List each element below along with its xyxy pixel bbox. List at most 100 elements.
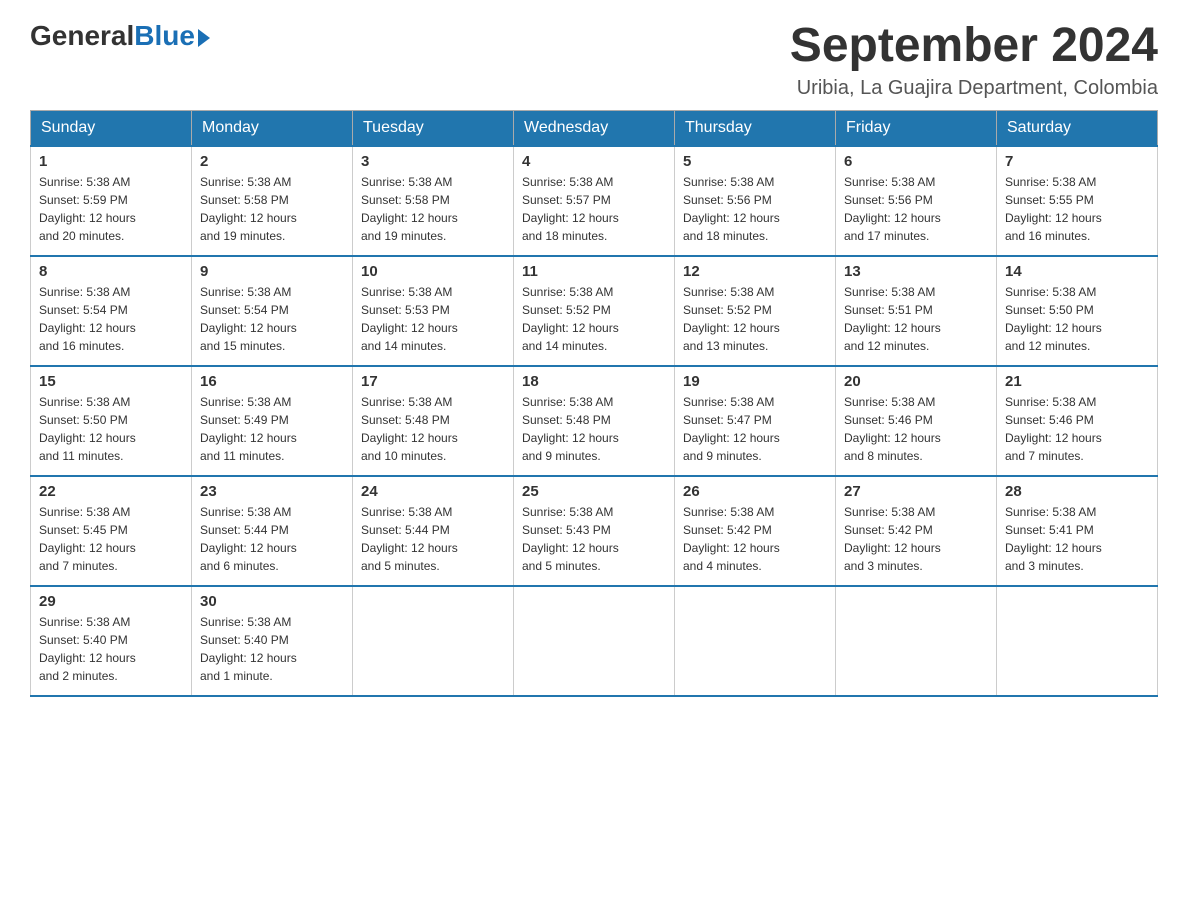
- day-number: 23: [200, 483, 344, 500]
- column-header-saturday: Saturday: [997, 110, 1158, 146]
- day-info: Sunrise: 5:38 AMSunset: 5:42 PMDaylight:…: [683, 505, 780, 573]
- calendar-week-row: 22 Sunrise: 5:38 AMSunset: 5:45 PMDaylig…: [31, 476, 1158, 586]
- page-title: September 2024: [790, 20, 1158, 73]
- page-header: General Blue September 2024 Uribia, La G…: [30, 20, 1158, 100]
- calendar-cell: 12 Sunrise: 5:38 AMSunset: 5:52 PMDaylig…: [675, 256, 836, 366]
- day-info: Sunrise: 5:38 AMSunset: 5:40 PMDaylight:…: [39, 615, 136, 683]
- calendar-cell: [514, 586, 675, 696]
- column-header-tuesday: Tuesday: [353, 110, 514, 146]
- day-number: 24: [361, 483, 505, 500]
- column-header-thursday: Thursday: [675, 110, 836, 146]
- day-info: Sunrise: 5:38 AMSunset: 5:40 PMDaylight:…: [200, 615, 297, 683]
- day-info: Sunrise: 5:38 AMSunset: 5:52 PMDaylight:…: [683, 285, 780, 353]
- day-info: Sunrise: 5:38 AMSunset: 5:47 PMDaylight:…: [683, 395, 780, 463]
- calendar-cell: 16 Sunrise: 5:38 AMSunset: 5:49 PMDaylig…: [192, 366, 353, 476]
- day-info: Sunrise: 5:38 AMSunset: 5:42 PMDaylight:…: [844, 505, 941, 573]
- calendar-week-row: 29 Sunrise: 5:38 AMSunset: 5:40 PMDaylig…: [31, 586, 1158, 696]
- day-number: 27: [844, 483, 988, 500]
- day-number: 19: [683, 373, 827, 390]
- day-info: Sunrise: 5:38 AMSunset: 5:58 PMDaylight:…: [361, 175, 458, 243]
- day-number: 16: [200, 373, 344, 390]
- calendar-week-row: 15 Sunrise: 5:38 AMSunset: 5:50 PMDaylig…: [31, 366, 1158, 476]
- day-number: 29: [39, 593, 183, 610]
- day-number: 10: [361, 263, 505, 280]
- calendar-cell: 15 Sunrise: 5:38 AMSunset: 5:50 PMDaylig…: [31, 366, 192, 476]
- day-info: Sunrise: 5:38 AMSunset: 5:54 PMDaylight:…: [200, 285, 297, 353]
- day-number: 7: [1005, 153, 1149, 170]
- calendar-cell: 20 Sunrise: 5:38 AMSunset: 5:46 PMDaylig…: [836, 366, 997, 476]
- day-number: 25: [522, 483, 666, 500]
- day-number: 3: [361, 153, 505, 170]
- logo-arrow-icon: [198, 29, 210, 47]
- calendar-week-row: 8 Sunrise: 5:38 AMSunset: 5:54 PMDayligh…: [31, 256, 1158, 366]
- calendar-cell: [675, 586, 836, 696]
- day-number: 12: [683, 263, 827, 280]
- day-info: Sunrise: 5:38 AMSunset: 5:53 PMDaylight:…: [361, 285, 458, 353]
- day-number: 28: [1005, 483, 1149, 500]
- day-info: Sunrise: 5:38 AMSunset: 5:49 PMDaylight:…: [200, 395, 297, 463]
- day-number: 30: [200, 593, 344, 610]
- location-subtitle: Uribia, La Guajira Department, Colombia: [790, 77, 1158, 100]
- day-info: Sunrise: 5:38 AMSunset: 5:52 PMDaylight:…: [522, 285, 619, 353]
- column-header-monday: Monday: [192, 110, 353, 146]
- column-header-wednesday: Wednesday: [514, 110, 675, 146]
- day-number: 9: [200, 263, 344, 280]
- day-info: Sunrise: 5:38 AMSunset: 5:58 PMDaylight:…: [200, 175, 297, 243]
- day-number: 15: [39, 373, 183, 390]
- day-info: Sunrise: 5:38 AMSunset: 5:48 PMDaylight:…: [361, 395, 458, 463]
- day-number: 5: [683, 153, 827, 170]
- logo: General Blue: [30, 20, 210, 52]
- day-number: 6: [844, 153, 988, 170]
- day-info: Sunrise: 5:38 AMSunset: 5:45 PMDaylight:…: [39, 505, 136, 573]
- calendar-cell: [353, 586, 514, 696]
- calendar-cell: 27 Sunrise: 5:38 AMSunset: 5:42 PMDaylig…: [836, 476, 997, 586]
- day-info: Sunrise: 5:38 AMSunset: 5:50 PMDaylight:…: [1005, 285, 1102, 353]
- day-info: Sunrise: 5:38 AMSunset: 5:44 PMDaylight:…: [200, 505, 297, 573]
- calendar-cell: 30 Sunrise: 5:38 AMSunset: 5:40 PMDaylig…: [192, 586, 353, 696]
- day-number: 20: [844, 373, 988, 390]
- calendar-cell: 10 Sunrise: 5:38 AMSunset: 5:53 PMDaylig…: [353, 256, 514, 366]
- calendar-table: SundayMondayTuesdayWednesdayThursdayFrid…: [30, 110, 1158, 697]
- day-info: Sunrise: 5:38 AMSunset: 5:46 PMDaylight:…: [1005, 395, 1102, 463]
- calendar-cell: 21 Sunrise: 5:38 AMSunset: 5:46 PMDaylig…: [997, 366, 1158, 476]
- day-number: 8: [39, 263, 183, 280]
- calendar-cell: 11 Sunrise: 5:38 AMSunset: 5:52 PMDaylig…: [514, 256, 675, 366]
- calendar-cell: 14 Sunrise: 5:38 AMSunset: 5:50 PMDaylig…: [997, 256, 1158, 366]
- calendar-cell: 17 Sunrise: 5:38 AMSunset: 5:48 PMDaylig…: [353, 366, 514, 476]
- day-number: 1: [39, 153, 183, 170]
- day-info: Sunrise: 5:38 AMSunset: 5:46 PMDaylight:…: [844, 395, 941, 463]
- day-number: 14: [1005, 263, 1149, 280]
- calendar-cell: 7 Sunrise: 5:38 AMSunset: 5:55 PMDayligh…: [997, 146, 1158, 256]
- column-header-sunday: Sunday: [31, 110, 192, 146]
- title-area: September 2024 Uribia, La Guajira Depart…: [790, 20, 1158, 100]
- day-info: Sunrise: 5:38 AMSunset: 5:48 PMDaylight:…: [522, 395, 619, 463]
- calendar-cell: 3 Sunrise: 5:38 AMSunset: 5:58 PMDayligh…: [353, 146, 514, 256]
- day-number: 21: [1005, 373, 1149, 390]
- calendar-cell: 5 Sunrise: 5:38 AMSunset: 5:56 PMDayligh…: [675, 146, 836, 256]
- calendar-cell: 28 Sunrise: 5:38 AMSunset: 5:41 PMDaylig…: [997, 476, 1158, 586]
- calendar-cell: 4 Sunrise: 5:38 AMSunset: 5:57 PMDayligh…: [514, 146, 675, 256]
- day-info: Sunrise: 5:38 AMSunset: 5:54 PMDaylight:…: [39, 285, 136, 353]
- calendar-week-row: 1 Sunrise: 5:38 AMSunset: 5:59 PMDayligh…: [31, 146, 1158, 256]
- day-number: 4: [522, 153, 666, 170]
- calendar-cell: 25 Sunrise: 5:38 AMSunset: 5:43 PMDaylig…: [514, 476, 675, 586]
- calendar-cell: 2 Sunrise: 5:38 AMSunset: 5:58 PMDayligh…: [192, 146, 353, 256]
- logo-blue-text: Blue: [134, 20, 195, 52]
- calendar-cell: 24 Sunrise: 5:38 AMSunset: 5:44 PMDaylig…: [353, 476, 514, 586]
- day-number: 18: [522, 373, 666, 390]
- calendar-cell: 26 Sunrise: 5:38 AMSunset: 5:42 PMDaylig…: [675, 476, 836, 586]
- day-number: 2: [200, 153, 344, 170]
- day-info: Sunrise: 5:38 AMSunset: 5:56 PMDaylight:…: [844, 175, 941, 243]
- calendar-cell: 9 Sunrise: 5:38 AMSunset: 5:54 PMDayligh…: [192, 256, 353, 366]
- day-info: Sunrise: 5:38 AMSunset: 5:50 PMDaylight:…: [39, 395, 136, 463]
- day-number: 22: [39, 483, 183, 500]
- day-info: Sunrise: 5:38 AMSunset: 5:55 PMDaylight:…: [1005, 175, 1102, 243]
- calendar-cell: 6 Sunrise: 5:38 AMSunset: 5:56 PMDayligh…: [836, 146, 997, 256]
- calendar-cell: 1 Sunrise: 5:38 AMSunset: 5:59 PMDayligh…: [31, 146, 192, 256]
- calendar-cell: 29 Sunrise: 5:38 AMSunset: 5:40 PMDaylig…: [31, 586, 192, 696]
- day-info: Sunrise: 5:38 AMSunset: 5:51 PMDaylight:…: [844, 285, 941, 353]
- calendar-cell: 18 Sunrise: 5:38 AMSunset: 5:48 PMDaylig…: [514, 366, 675, 476]
- calendar-cell: [836, 586, 997, 696]
- calendar-cell: 22 Sunrise: 5:38 AMSunset: 5:45 PMDaylig…: [31, 476, 192, 586]
- logo-general-text: General: [30, 20, 134, 52]
